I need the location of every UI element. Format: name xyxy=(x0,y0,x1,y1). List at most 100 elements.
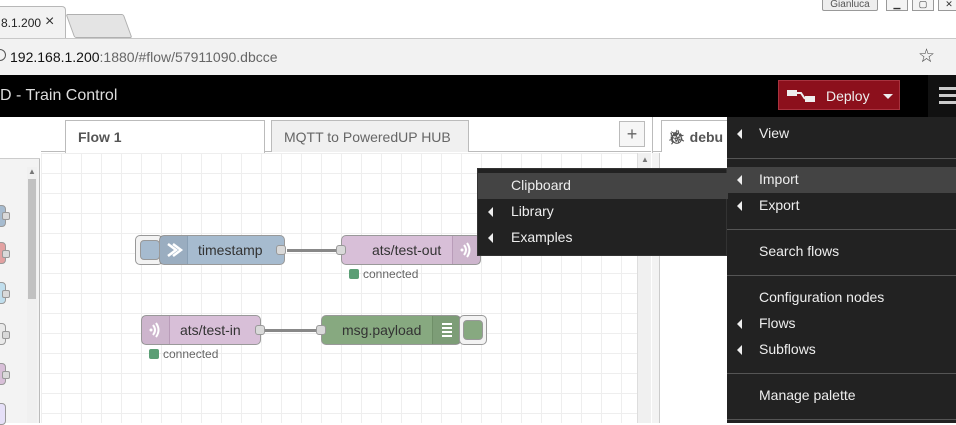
address-bar[interactable]: 192.168.1.200:1880/#flow/57911090.dbcce … xyxy=(0,38,956,75)
submenu-item-examples[interactable]: Examples xyxy=(478,225,728,251)
menu-item-view[interactable]: View xyxy=(727,121,956,147)
menu-divider xyxy=(727,229,956,230)
tab-flow-1[interactable]: Flow 1 xyxy=(65,120,265,153)
chevron-left-icon xyxy=(737,345,742,355)
submenu-item-clipboard[interactable]: Clipboard xyxy=(478,173,728,199)
node-label: ats/test-in xyxy=(180,322,241,338)
palette-node-port xyxy=(2,250,10,258)
node-label: ats/test-out xyxy=(372,242,442,258)
menu-item-label: Flows xyxy=(759,315,796,331)
deploy-label: Deploy xyxy=(826,88,870,104)
menu-item-export[interactable]: Export xyxy=(727,193,956,219)
mqtt-signal-icon xyxy=(452,236,480,264)
arrow-in-icon xyxy=(160,236,188,264)
hamburger-icon-bar xyxy=(939,94,956,97)
flow-node-timestamp[interactable]: timestamp xyxy=(159,235,285,265)
menu-item-import[interactable]: Import xyxy=(727,167,956,193)
palette-node-port xyxy=(2,212,10,220)
status-connected-icon xyxy=(149,349,159,359)
palette-node-port xyxy=(2,371,10,379)
menu-item-manage-palette[interactable]: Manage palette xyxy=(727,383,956,409)
menu-item-label: Import xyxy=(759,171,799,187)
new-tab-button[interactable] xyxy=(65,14,133,38)
url-path: :1880/#flow/57911090.dbcce xyxy=(99,49,278,65)
node-status-text: connected xyxy=(363,267,419,281)
hamburger-icon-bar xyxy=(939,101,956,104)
flow-node-ats-test-in[interactable]: ats/test-in xyxy=(141,315,261,345)
menu-item-label: Library xyxy=(511,203,554,219)
browser-tab-title: 8.1.200 xyxy=(1,16,42,30)
node-status-text: connected xyxy=(163,347,219,361)
output-port[interactable] xyxy=(255,325,265,335)
flow-wire[interactable] xyxy=(287,249,343,252)
minimize-window-button[interactable]: ▁ xyxy=(886,0,908,11)
submenu-item-library[interactable]: Library xyxy=(478,199,728,225)
bookmark-star-icon[interactable]: ☆ xyxy=(918,45,935,68)
inject-button[interactable] xyxy=(140,240,160,260)
flow-node-ats-test-out[interactable]: ats/test-out xyxy=(341,235,481,265)
flow-node-msg-payload[interactable]: msg.payload xyxy=(321,315,461,345)
chevron-left-icon xyxy=(737,319,742,329)
scroll-up-icon[interactable]: ▲ xyxy=(641,155,649,164)
page-info-icon[interactable] xyxy=(0,49,6,61)
node-label: timestamp xyxy=(198,242,263,258)
scroll-up-icon[interactable]: ▲ xyxy=(28,167,36,176)
palette-scrollbar[interactable]: ▲ xyxy=(27,167,37,423)
browser-tabstrip: 8.1.200 × Gianluca ▁ ▢ ✕ xyxy=(0,0,956,38)
chevron-left-icon xyxy=(737,201,742,211)
flow-wire[interactable] xyxy=(265,329,321,332)
menu-item-label: Manage palette xyxy=(759,387,856,403)
mqtt-signal-icon xyxy=(142,316,170,344)
bug-icon: 🐞︎ xyxy=(668,129,686,145)
main-menu: View Import Export Search flows Configur… xyxy=(727,117,956,423)
deploy-button[interactable]: Deploy xyxy=(778,80,900,110)
hamburger-icon xyxy=(939,87,956,90)
workspace-tabs: Flow 1 MQTT to PoweredUP HUB + xyxy=(41,117,651,153)
browser-tab[interactable]: 8.1.200 × xyxy=(0,6,66,38)
menu-item-search-flows[interactable]: Search flows xyxy=(727,239,956,265)
url-text[interactable]: 192.168.1.200:1880/#flow/57911090.dbcce xyxy=(10,49,278,65)
menu-item-label: Export xyxy=(759,197,800,213)
chevron-left-icon xyxy=(488,207,493,217)
palette-header xyxy=(0,117,40,159)
menu-item-subflows[interactable]: Subflows xyxy=(727,337,956,363)
menu-item-configuration-nodes[interactable]: Configuration nodes xyxy=(727,285,956,311)
chevron-left-icon xyxy=(737,175,742,185)
scrollbar-thumb[interactable] xyxy=(28,179,36,299)
user-profile-badge[interactable]: Gianluca xyxy=(822,0,878,11)
debug-list-icon xyxy=(432,316,460,344)
palette-node-port xyxy=(2,331,10,339)
status-connected-icon xyxy=(349,269,359,279)
menu-item-label: Subflows xyxy=(759,341,816,357)
import-submenu: Clipboard Library Examples xyxy=(477,168,728,256)
menu-item-label: Examples xyxy=(511,229,573,245)
menu-divider xyxy=(727,373,956,374)
close-icon[interactable]: × xyxy=(45,13,54,31)
input-port[interactable] xyxy=(336,245,346,255)
menu-item-flows[interactable]: Flows xyxy=(727,311,956,337)
output-port[interactable] xyxy=(276,245,286,255)
menu-divider xyxy=(727,275,956,276)
menu-item-label: Clipboard xyxy=(511,177,571,193)
maximize-window-button[interactable]: ▢ xyxy=(912,0,934,11)
debug-toggle-button[interactable] xyxy=(463,320,483,340)
palette-node-port xyxy=(2,290,10,298)
close-window-button[interactable]: ✕ xyxy=(938,0,956,11)
debug-tab-label: debu xyxy=(689,129,724,145)
menu-item-label: View xyxy=(759,125,790,141)
menu-item-label: Configuration nodes xyxy=(759,289,885,305)
palette-node[interactable] xyxy=(0,403,6,425)
input-port[interactable] xyxy=(316,325,326,335)
add-flow-button[interactable]: + xyxy=(619,121,645,147)
chevron-down-icon[interactable] xyxy=(883,94,893,99)
tab-mqtt-to-poweredup-hub[interactable]: MQTT to PoweredUP HUB xyxy=(271,120,469,152)
menu-item-label: Search flows xyxy=(759,243,840,259)
menu-divider xyxy=(727,158,956,159)
hamburger-menu-button[interactable] xyxy=(928,75,956,117)
app-title: D - Train Control xyxy=(0,87,118,104)
app-header: D - Train Control Deploy xyxy=(0,75,956,117)
chevron-left-icon xyxy=(737,129,742,139)
debug-toggle[interactable] xyxy=(459,315,487,345)
node-palette: ▲ xyxy=(0,117,40,425)
chevron-left-icon xyxy=(488,233,493,243)
